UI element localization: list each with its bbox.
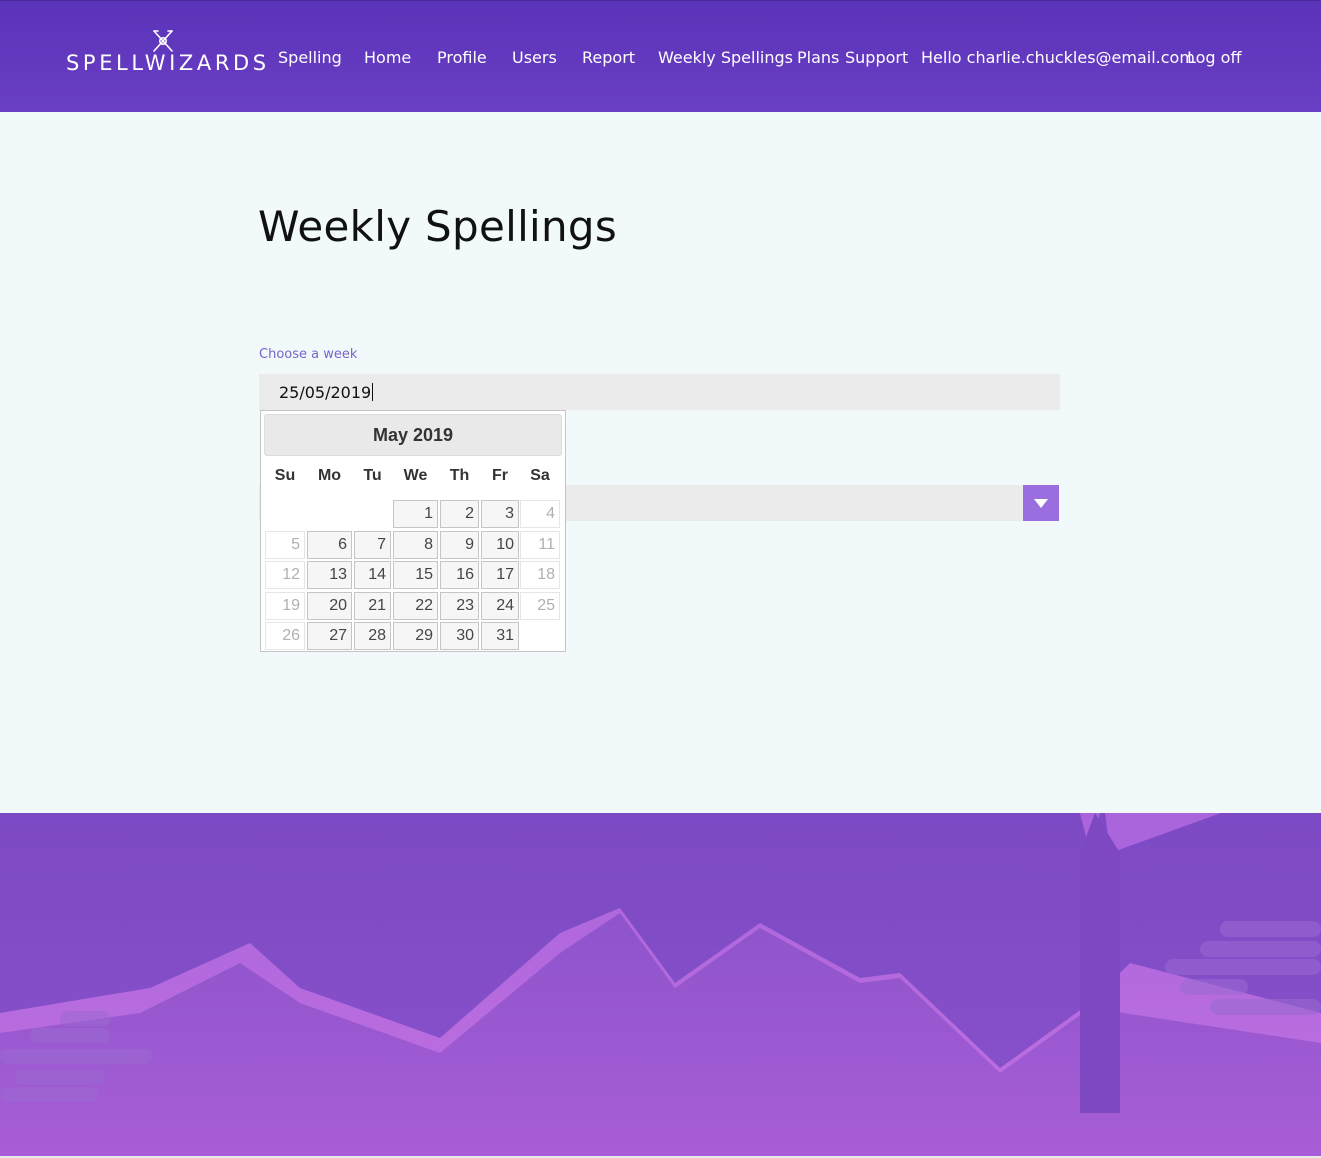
calendar-day[interactable]: 27: [307, 622, 352, 650]
datepicker-month-title: May 2019: [264, 414, 562, 456]
calendar-day[interactable]: 28: [354, 622, 391, 650]
calendar-day[interactable]: 23: [440, 592, 479, 620]
calendar-day[interactable]: 9: [440, 531, 479, 559]
calendar-day[interactable]: 29: [393, 622, 438, 650]
calendar-day-disabled: 5: [265, 531, 305, 559]
calendar-day-disabled: 26: [265, 622, 305, 650]
nav-home[interactable]: Home: [364, 47, 411, 69]
text-caret: [372, 383, 373, 401]
select-dropdown-button[interactable]: [1023, 485, 1059, 521]
calendar-day-disabled: 25: [520, 592, 560, 620]
nav-log-off[interactable]: Log off: [1187, 47, 1241, 69]
weekday-header: Mo: [317, 467, 342, 484]
caret-down-icon: [1034, 498, 1048, 508]
nav-plans[interactable]: Plans: [797, 47, 839, 69]
main-nav: Spelling Home Profile Users Report Weekl…: [0, 47, 1321, 69]
calendar-day[interactable]: 21: [354, 592, 391, 620]
page-title: Weekly Spellings: [258, 202, 618, 251]
calendar-day[interactable]: 3: [481, 500, 519, 528]
footer-mountain-illustration: [0, 813, 1321, 1158]
calendar-day[interactable]: 1: [393, 500, 438, 528]
calendar-day-disabled: 4: [520, 500, 560, 528]
nav-spelling[interactable]: Spelling: [278, 47, 342, 69]
calendar-day[interactable]: 15: [393, 561, 438, 589]
week-date-input[interactable]: [259, 374, 1060, 410]
calendar-day[interactable]: 31: [481, 622, 519, 650]
calendar-day[interactable]: 24: [481, 592, 519, 620]
calendar-day[interactable]: 8: [393, 531, 438, 559]
nav-weekly-spellings[interactable]: Weekly Spellings: [658, 47, 793, 69]
week-field-label: Choose a week: [259, 347, 358, 362]
calendar-day[interactable]: 6: [307, 531, 352, 559]
weekday-header: Fr: [492, 467, 508, 484]
top-navigation-bar: SPELLWIZARDS Spelling Home Profile Users…: [0, 0, 1321, 112]
calendar-day-disabled: 18: [520, 561, 560, 589]
calendar-day[interactable]: 17: [481, 561, 519, 589]
nav-users[interactable]: Users: [512, 47, 557, 69]
calendar-day[interactable]: 16: [440, 561, 479, 589]
calendar-day[interactable]: 20: [307, 592, 352, 620]
datepicker-popup: May 2019 Su Mo Tu We Th Fr Sa 1 2 3 4 5 6 7 8 9 10 11 12 13…: [260, 410, 566, 652]
nav-user-greeting[interactable]: Hello charlie.chuckles@email.com: [921, 47, 1195, 69]
weekday-header: Tu: [363, 467, 382, 484]
calendar-day[interactable]: 13: [307, 561, 352, 589]
weekday-header: Sa: [530, 467, 550, 484]
calendar-day[interactable]: 7: [354, 531, 391, 559]
calendar-day[interactable]: 2: [440, 500, 479, 528]
nav-report[interactable]: Report: [582, 47, 635, 69]
calendar-day[interactable]: 22: [393, 592, 438, 620]
calendar-day[interactable]: 14: [354, 561, 391, 589]
calendar-day-disabled: 12: [265, 561, 305, 589]
calendar-day-disabled: 11: [520, 531, 560, 559]
weekday-header: We: [403, 467, 428, 484]
calendar-day[interactable]: 10: [481, 531, 519, 559]
weekday-header: Th: [449, 467, 470, 484]
calendar-day-disabled: 19: [265, 592, 305, 620]
nav-support[interactable]: Support: [845, 47, 908, 69]
calendar-day[interactable]: 30: [440, 622, 479, 650]
weekday-header: Su: [274, 467, 296, 484]
nav-profile[interactable]: Profile: [437, 47, 487, 69]
